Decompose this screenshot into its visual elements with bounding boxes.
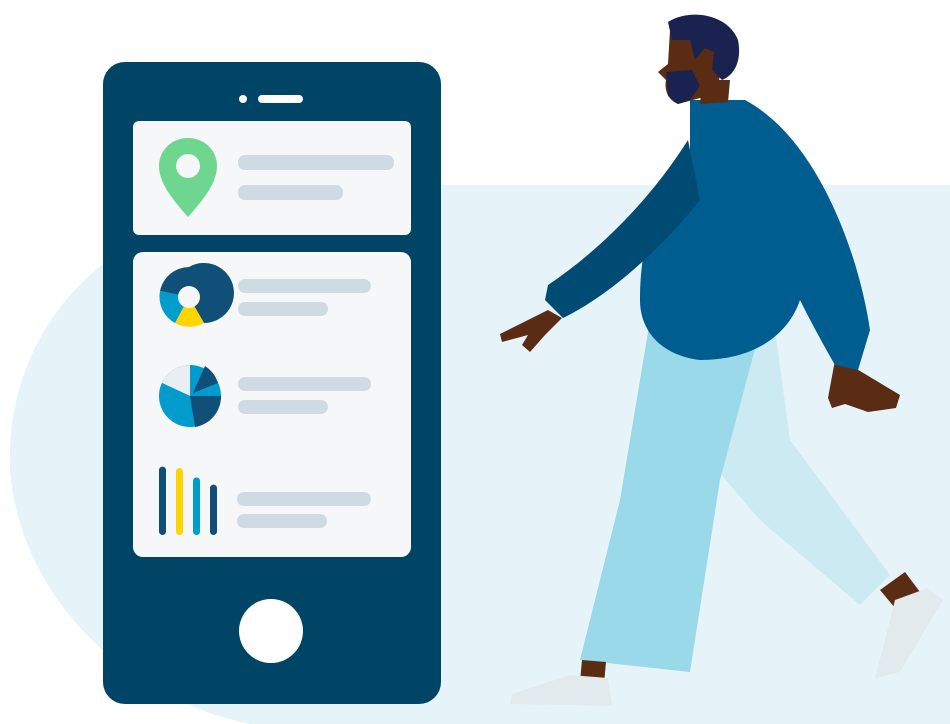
- location-card: [133, 121, 411, 235]
- placeholder-line: [238, 279, 371, 293]
- phone: [103, 62, 441, 704]
- placeholder-line: [238, 377, 371, 391]
- bar-icon-bar: [193, 477, 200, 535]
- phone-camera: [239, 95, 247, 103]
- placeholder-line: [237, 514, 327, 528]
- phone-speaker: [258, 95, 303, 103]
- placeholder-line: [238, 185, 343, 200]
- analytics-card: [133, 252, 411, 557]
- illustration: [9, 14, 950, 724]
- bar-icon-bar: [176, 468, 183, 535]
- placeholder-line: [238, 302, 328, 316]
- placeholder-line: [238, 155, 394, 170]
- bar-icon-bar: [210, 484, 217, 535]
- placeholder-line: [238, 400, 328, 414]
- pie-chart-icon: [159, 365, 222, 427]
- placeholder-line: [237, 492, 371, 506]
- phone-home-button[interactable]: [239, 599, 303, 663]
- bar-icon-bar: [159, 466, 166, 535]
- sweater: [640, 100, 870, 370]
